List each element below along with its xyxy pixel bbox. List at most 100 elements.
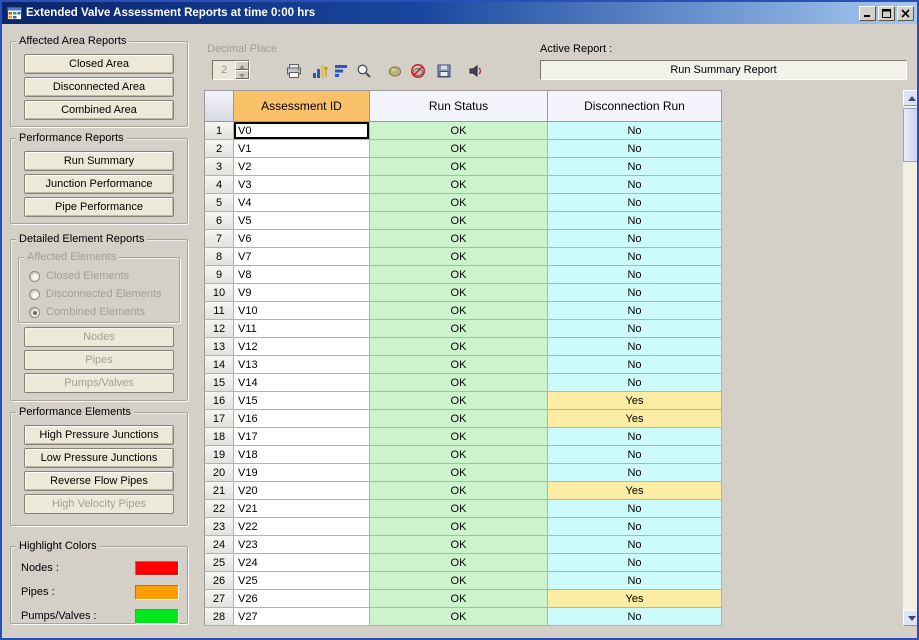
run-status-cell[interactable]: OK xyxy=(370,212,548,230)
run-status-cell[interactable]: OK xyxy=(370,194,548,212)
row-number-cell[interactable]: 27 xyxy=(204,590,234,608)
row-number-cell[interactable]: 13 xyxy=(204,338,234,356)
run-status-cell[interactable]: OK xyxy=(370,410,548,428)
disconnection-run-cell[interactable]: No xyxy=(548,446,722,464)
disconnected-area-button[interactable]: Disconnected Area xyxy=(24,77,174,97)
disconnection-run-cell[interactable]: No xyxy=(548,572,722,590)
assessment-id-cell[interactable]: V14 xyxy=(234,374,370,392)
row-number-cell[interactable]: 23 xyxy=(204,518,234,536)
assessment-id-cell[interactable]: V12 xyxy=(234,338,370,356)
row-number-cell[interactable]: 10 xyxy=(204,284,234,302)
assessment-id-cell[interactable]: V11 xyxy=(234,320,370,338)
assessment-id-cell[interactable]: V13 xyxy=(234,356,370,374)
assessment-id-cell[interactable]: V6 xyxy=(234,230,370,248)
remove-highlight-button[interactable] xyxy=(407,61,429,82)
assessment-id-cell[interactable]: V25 xyxy=(234,572,370,590)
run-status-cell[interactable]: OK xyxy=(370,302,548,320)
run-summary-button[interactable]: Run Summary xyxy=(24,151,174,171)
row-number-cell[interactable]: 17 xyxy=(204,410,234,428)
run-status-cell[interactable]: OK xyxy=(370,446,548,464)
combined-area-button[interactable]: Combined Area xyxy=(24,100,174,120)
assessment-id-cell[interactable]: V27 xyxy=(234,608,370,626)
row-number-cell[interactable]: 7 xyxy=(204,230,234,248)
sort-ascending-button[interactable] xyxy=(309,61,331,82)
row-number-cell[interactable]: 12 xyxy=(204,320,234,338)
low-pressure-junctions-button[interactable]: Low Pressure Junctions xyxy=(24,448,174,468)
row-number-cell[interactable]: 5 xyxy=(204,194,234,212)
run-status-cell[interactable]: OK xyxy=(370,122,548,140)
disconnection-run-cell[interactable]: No xyxy=(548,374,722,392)
run-status-cell[interactable]: OK xyxy=(370,464,548,482)
titlebar[interactable]: Extended Valve Assessment Reports at tim… xyxy=(2,2,917,24)
assessment-id-cell[interactable]: V21 xyxy=(234,500,370,518)
run-status-cell[interactable]: OK xyxy=(370,284,548,302)
assessment-id-cell[interactable]: V18 xyxy=(234,446,370,464)
row-number-cell[interactable]: 20 xyxy=(204,464,234,482)
row-number-cell[interactable]: 22 xyxy=(204,500,234,518)
column-header-assessment-id[interactable]: Assessment ID xyxy=(234,90,370,122)
disconnection-run-cell[interactable]: No xyxy=(548,158,722,176)
run-status-cell[interactable]: OK xyxy=(370,374,548,392)
disconnection-run-cell[interactable]: No xyxy=(548,536,722,554)
row-number-cell[interactable]: 9 xyxy=(204,266,234,284)
disconnection-run-cell[interactable]: No xyxy=(548,122,722,140)
row-number-cell[interactable]: 26 xyxy=(204,572,234,590)
run-status-cell[interactable]: OK xyxy=(370,266,548,284)
disconnection-run-cell[interactable]: No xyxy=(548,140,722,158)
run-status-cell[interactable]: OK xyxy=(370,248,548,266)
run-status-cell[interactable]: OK xyxy=(370,536,548,554)
run-status-cell[interactable]: OK xyxy=(370,176,548,194)
assessment-id-cell[interactable]: V5 xyxy=(234,212,370,230)
reverse-flow-pipes-button[interactable]: Reverse Flow Pipes xyxy=(24,471,174,491)
run-status-cell[interactable]: OK xyxy=(370,500,548,518)
assessment-id-cell[interactable]: V26 xyxy=(234,590,370,608)
assessment-id-cell[interactable]: V19 xyxy=(234,464,370,482)
disconnection-run-cell[interactable]: No xyxy=(548,230,722,248)
disconnection-run-cell[interactable]: Yes xyxy=(548,590,722,608)
zoom-button[interactable] xyxy=(353,61,375,82)
disconnection-run-cell[interactable]: No xyxy=(548,248,722,266)
junction-performance-button[interactable]: Junction Performance xyxy=(24,174,174,194)
run-status-cell[interactable]: OK xyxy=(370,392,548,410)
run-status-cell[interactable]: OK xyxy=(370,338,548,356)
assessment-id-cell[interactable]: V3 xyxy=(234,176,370,194)
disconnection-run-cell[interactable]: No xyxy=(548,194,722,212)
row-number-cell[interactable]: 4 xyxy=(204,176,234,194)
row-number-cell[interactable]: 1 xyxy=(204,122,234,140)
row-number-cell[interactable]: 14 xyxy=(204,356,234,374)
assessment-id-cell[interactable]: V16 xyxy=(234,410,370,428)
run-status-cell[interactable]: OK xyxy=(370,572,548,590)
save-button[interactable] xyxy=(433,61,455,82)
disconnection-run-cell[interactable]: No xyxy=(548,212,722,230)
maximize-button[interactable] xyxy=(878,5,895,21)
sound-button[interactable] xyxy=(465,61,487,82)
disconnection-run-cell[interactable]: No xyxy=(548,518,722,536)
disconnection-run-cell[interactable]: Yes xyxy=(548,482,722,500)
row-number-cell[interactable]: 8 xyxy=(204,248,234,266)
run-status-cell[interactable]: OK xyxy=(370,608,548,626)
assessment-id-cell[interactable]: V20 xyxy=(234,482,370,500)
assessment-id-cell[interactable]: V24 xyxy=(234,554,370,572)
disconnection-run-cell[interactable]: No xyxy=(548,266,722,284)
high-pressure-junctions-button[interactable]: High Pressure Junctions xyxy=(24,425,174,445)
run-status-cell[interactable]: OK xyxy=(370,428,548,446)
run-status-cell[interactable]: OK xyxy=(370,518,548,536)
pipe-performance-button[interactable]: Pipe Performance xyxy=(24,197,174,217)
row-number-cell[interactable]: 18 xyxy=(204,428,234,446)
column-header-run-status[interactable]: Run Status xyxy=(370,90,548,122)
minimize-button[interactable] xyxy=(859,5,876,21)
print-button[interactable] xyxy=(283,61,305,82)
run-status-cell[interactable]: OK xyxy=(370,230,548,248)
sort-descending-button[interactable] xyxy=(331,61,353,82)
highlight-button[interactable] xyxy=(384,61,406,82)
disconnection-run-cell[interactable]: No xyxy=(548,302,722,320)
assessment-id-cell[interactable]: V8 xyxy=(234,266,370,284)
row-number-cell[interactable]: 6 xyxy=(204,212,234,230)
scroll-down-button[interactable] xyxy=(903,610,917,626)
assessment-id-cell[interactable]: V0 xyxy=(234,122,370,140)
run-status-cell[interactable]: OK xyxy=(370,482,548,500)
row-number-cell[interactable]: 16 xyxy=(204,392,234,410)
scrollbar-thumb[interactable] xyxy=(903,108,917,162)
vertical-scrollbar[interactable] xyxy=(903,90,917,626)
run-status-cell[interactable]: OK xyxy=(370,320,548,338)
